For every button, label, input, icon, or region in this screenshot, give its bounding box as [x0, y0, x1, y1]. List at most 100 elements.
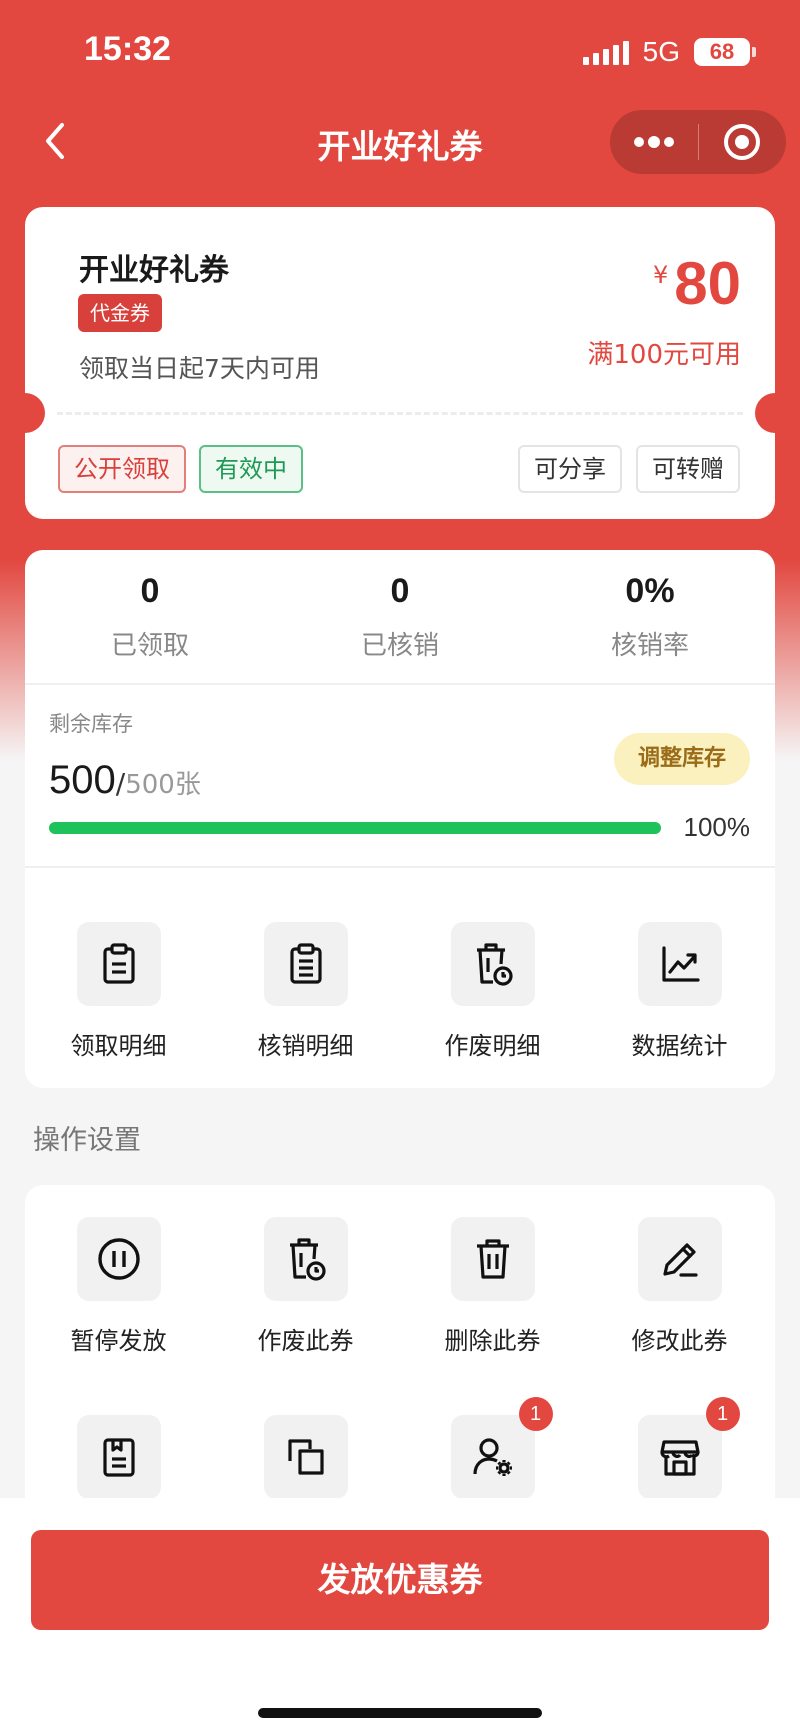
stat-value: 0% — [625, 572, 675, 610]
action-label: 修改此券 — [631, 1327, 728, 1355]
icon-box — [76, 1217, 161, 1301]
stock-current: 500 — [49, 758, 116, 802]
nav-bar: 开业好礼券 — [0, 100, 800, 184]
issue-coupon-button[interactable]: 发放优惠券 — [31, 1530, 769, 1630]
target-icon — [724, 124, 761, 160]
mini-program-capsule — [610, 110, 786, 174]
coupon-name: 开业好礼券 — [79, 253, 229, 288]
claim-detail-button[interactable]: 领取明细 — [25, 922, 212, 1061]
tag-shareable: 可分享 — [518, 445, 622, 493]
data-stats-button[interactable]: 数据统计 — [586, 922, 773, 1061]
adjust-stock-button[interactable]: 调整库存 — [614, 733, 750, 785]
dashed-divider — [57, 412, 743, 415]
coupon-price: ¥ 80 — [653, 249, 741, 318]
status-time: 15:32 — [84, 30, 171, 68]
clipboard-icon — [102, 943, 135, 984]
stock-percent: 100% — [683, 812, 751, 842]
copy-icon — [287, 1439, 324, 1475]
action-label: 删除此券 — [444, 1327, 541, 1355]
redeem-detail-button[interactable]: 核销明细 — [212, 922, 399, 1061]
notification-badge: 1 — [518, 1397, 553, 1431]
icon-box — [263, 1217, 348, 1301]
section-title: 操作设置 — [33, 1125, 141, 1156]
store-settings-button[interactable]: 1 — [586, 1397, 773, 1499]
more-dots-icon — [633, 136, 674, 148]
store-icon — [659, 1440, 700, 1476]
coupon-card: 开业好礼券 代金券 领取当日起7天内可用 ¥ 80 满100元可用 公开领取 有… — [5, 207, 795, 519]
divider — [25, 866, 775, 868]
user-settings-button[interactable]: 1 — [399, 1397, 586, 1499]
void-coupon-button[interactable]: 作废此券 — [212, 1217, 399, 1356]
status-indicators: 5G 68 — [582, 36, 756, 68]
icon-box — [637, 922, 722, 1006]
notification-badge: 1 — [705, 1397, 740, 1431]
divider — [25, 683, 775, 685]
bottom-action-bar: 发放优惠券 — [0, 1498, 800, 1731]
pause-circle-icon — [97, 1238, 140, 1280]
coupon-amount: 80 — [674, 250, 741, 317]
coupon-record-button[interactable] — [25, 1415, 212, 1499]
stock-progress-bar — [49, 822, 661, 834]
stock-count: 500 / 500张 — [49, 758, 201, 803]
tag-status: 有效中 — [199, 445, 303, 493]
action-label: 核销明细 — [257, 1032, 354, 1060]
stat-label: 核销率 — [610, 631, 689, 661]
stat-redeem-rate: 0% 核销率 — [525, 572, 775, 662]
icon-box — [450, 922, 535, 1006]
home-indicator — [258, 1708, 542, 1718]
delete-coupon-button[interactable]: 删除此券 — [399, 1217, 586, 1356]
battery-icon: 68 — [694, 38, 756, 66]
icon-box: 1 — [450, 1397, 553, 1499]
pencil-icon — [662, 1243, 698, 1277]
action-label: 作废明细 — [444, 1032, 541, 1060]
stock-label: 剩余库存 — [49, 712, 133, 736]
stat-label: 已核销 — [360, 631, 439, 661]
pause-issuing-button[interactable]: 暂停发放 — [25, 1217, 212, 1356]
action-label: 领取明细 — [70, 1032, 167, 1060]
ops-actions-row: 暂停发放 作废此券 删除此券 修改此券 — [25, 1217, 775, 1367]
stat-value: 0 — [140, 572, 160, 610]
bookmark-document-icon — [102, 1438, 135, 1477]
trash-clock-icon — [476, 943, 513, 986]
icon-box — [76, 922, 161, 1006]
stat-claimed: 0 已领取 — [25, 572, 275, 662]
list-document-icon — [289, 943, 322, 984]
user-settings-icon — [472, 1438, 512, 1476]
icon-box — [450, 1217, 535, 1301]
stat-redeemed: 0 已核销 — [275, 572, 525, 662]
stats-card: 0 已领取 0 已核销 0% 核销率 剩余库存 500 / 500张 调整库存 … — [25, 550, 775, 1088]
icon-box — [263, 1415, 348, 1499]
ticket-notch-right — [755, 393, 795, 433]
edit-coupon-button[interactable]: 修改此券 — [586, 1217, 773, 1356]
coupon-condition: 满100元可用 — [587, 340, 741, 370]
tag-public: 公开领取 — [58, 445, 186, 493]
stat-value: 0 — [390, 572, 410, 610]
icon-box — [76, 1415, 161, 1499]
trash-clock-icon — [289, 1238, 326, 1281]
stat-label: 已领取 — [110, 631, 189, 661]
stock-slash: / — [115, 767, 126, 800]
action-label: 暂停发放 — [70, 1327, 167, 1355]
more-button[interactable] — [610, 110, 698, 174]
icon-box — [263, 922, 348, 1006]
action-label: 数据统计 — [631, 1032, 728, 1060]
action-label: 作废此券 — [257, 1327, 354, 1355]
network-type: 5G — [642, 36, 680, 67]
copy-coupon-button[interactable] — [212, 1415, 399, 1499]
icon-box — [637, 1217, 722, 1301]
trend-chart-icon — [661, 946, 700, 982]
close-mini-program-button[interactable] — [699, 110, 787, 174]
void-detail-button[interactable]: 作废明细 — [399, 922, 586, 1061]
signal-icon — [582, 39, 629, 65]
coupon-validity: 领取当日起7天内可用 — [79, 354, 320, 383]
icon-box: 1 — [637, 1397, 740, 1499]
ticket-notch-left — [5, 393, 45, 433]
stock-total: 500张 — [125, 770, 201, 800]
stock-progress-fill — [49, 822, 661, 834]
currency-symbol: ¥ — [652, 261, 669, 289]
status-bar: 15:32 5G 68 — [0, 0, 800, 100]
coupon-type-badge: 代金券 — [78, 294, 162, 332]
trash-icon — [476, 1239, 509, 1279]
detail-actions-row: 领取明细 核销明细 作废明细 数据统计 — [25, 922, 775, 1072]
tag-giftable: 可转赠 — [636, 445, 740, 493]
